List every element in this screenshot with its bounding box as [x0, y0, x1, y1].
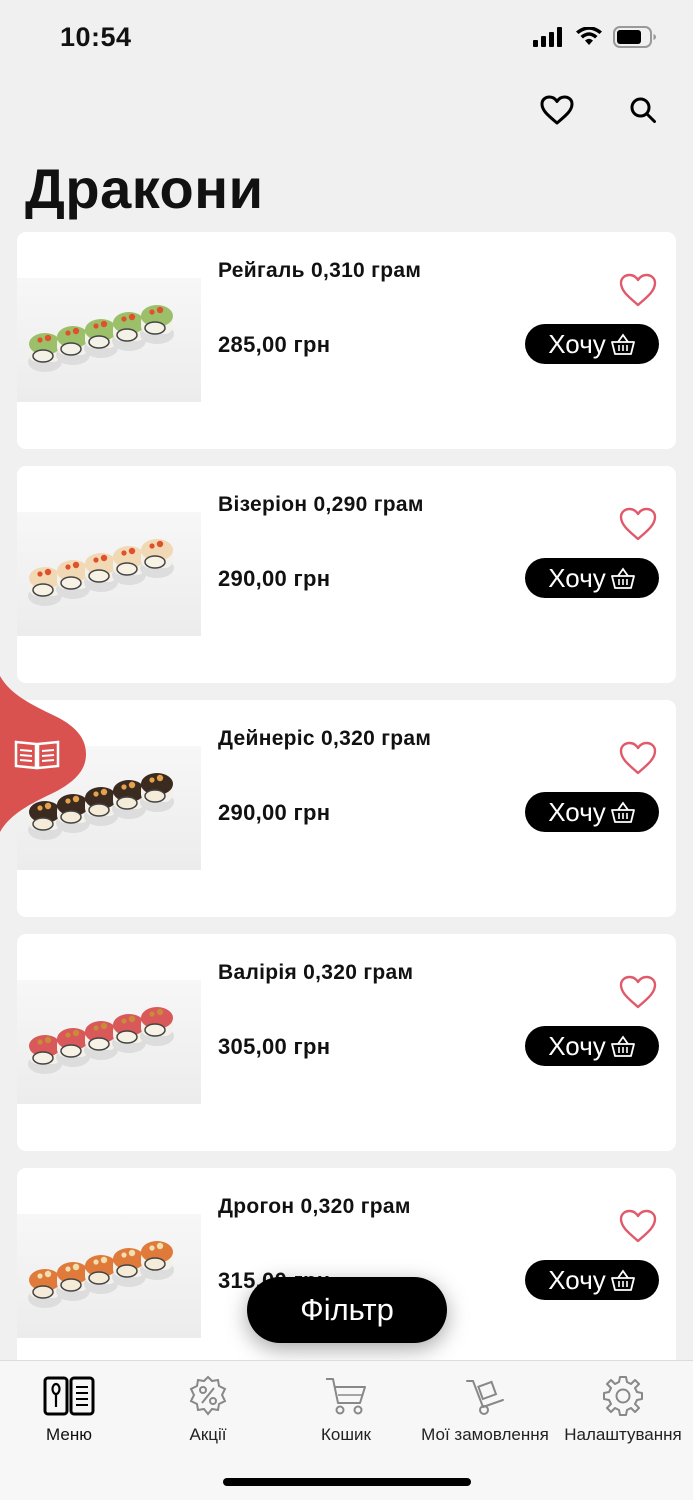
- status-icons: [533, 26, 657, 48]
- tab-menu[interactable]: Меню: [0, 1373, 138, 1445]
- product-name: Дейнеріс 0,320 грам: [218, 727, 432, 750]
- add-to-cart-label: Хочу: [548, 562, 606, 593]
- heart-outline-icon: [619, 1209, 657, 1243]
- tab-promotions[interactable]: Акції: [139, 1373, 277, 1445]
- signal-icon: [533, 27, 562, 47]
- search-button[interactable]: [623, 90, 663, 130]
- heart-outline-icon: [619, 975, 657, 1009]
- add-to-cart-button[interactable]: Хочу: [525, 792, 659, 832]
- status-time: 10:54: [60, 22, 132, 52]
- tab-my-orders[interactable]: Мої замовлення: [416, 1373, 554, 1445]
- cart-icon: [326, 1378, 366, 1415]
- basket-icon: [610, 801, 635, 823]
- product-image[interactable]: [17, 980, 201, 1104]
- product-image[interactable]: [17, 512, 201, 636]
- basket-icon: [610, 1269, 635, 1291]
- page-title: Дракони: [25, 157, 264, 220]
- menu-book-icon: [43, 1376, 95, 1416]
- add-to-cart-button[interactable]: Хочу: [525, 1026, 659, 1066]
- wifi-icon: [576, 27, 602, 45]
- add-to-cart-button[interactable]: Хочу: [525, 1260, 659, 1300]
- product-name: Візеріон 0,290 грам: [218, 493, 424, 516]
- basket-icon: [610, 1035, 635, 1057]
- tab-settings[interactable]: Налаштування: [554, 1373, 692, 1445]
- add-to-favorites-button[interactable]: [618, 506, 658, 542]
- home-indicator: [223, 1478, 471, 1486]
- product-name: Дрогон 0,320 грам: [218, 1195, 411, 1218]
- add-to-cart-button[interactable]: Хочу: [525, 558, 659, 598]
- product-price: 290,00 грн: [218, 800, 331, 825]
- product-card[interactable]: Рейгаль 0,310 грам 285,00 грн Хочу: [17, 232, 676, 449]
- heart-outline-icon: [540, 95, 574, 125]
- product-price: 305,00 грн: [218, 1034, 331, 1059]
- tab-cart-label: Кошик: [321, 1425, 371, 1444]
- tab-my-orders-label: Мої замовлення: [421, 1425, 549, 1444]
- hand-truck-icon: [466, 1380, 504, 1415]
- side-menu-tab[interactable]: [0, 676, 90, 832]
- gear-icon: [603, 1376, 643, 1416]
- status-bar: 10:54: [0, 0, 693, 76]
- product-name: Валірія 0,320 грам: [218, 961, 414, 984]
- basket-icon: [610, 333, 635, 355]
- percent-badge-icon: [189, 1375, 227, 1416]
- product-list: Рейгаль 0,310 грам 285,00 грн Хочу Візер…: [17, 232, 676, 1402]
- battery-icon: [613, 26, 656, 48]
- heart-outline-icon: [619, 507, 657, 541]
- basket-icon: [610, 567, 635, 589]
- product-card[interactable]: Дейнеріс 0,320 грам 290,00 грн Хочу: [17, 700, 676, 917]
- filter-button[interactable]: Фільтр: [247, 1277, 447, 1343]
- add-to-favorites-button[interactable]: [618, 740, 658, 776]
- tab-cart[interactable]: Кошик: [277, 1373, 415, 1445]
- tab-promotions-label: Акції: [189, 1425, 227, 1444]
- add-to-cart-label: Хочу: [548, 1264, 606, 1295]
- heart-outline-icon: [619, 273, 657, 307]
- tab-menu-label: Меню: [46, 1425, 92, 1444]
- add-to-cart-label: Хочу: [548, 796, 606, 827]
- product-name: Рейгаль 0,310 грам: [218, 259, 422, 282]
- tab-settings-label: Налаштування: [564, 1425, 682, 1444]
- add-to-cart-label: Хочу: [548, 328, 606, 359]
- search-icon: [630, 97, 656, 123]
- product-image[interactable]: [17, 278, 201, 402]
- add-to-favorites-button[interactable]: [618, 272, 658, 308]
- favorites-button[interactable]: [537, 90, 577, 130]
- product-price: 285,00 грн: [218, 332, 331, 357]
- product-card[interactable]: Валірія 0,320 грам 305,00 грн Хочу: [17, 934, 676, 1151]
- add-to-cart-label: Хочу: [548, 1030, 606, 1061]
- side-tab-shape: [0, 676, 86, 832]
- product-price: 290,00 грн: [218, 566, 331, 591]
- product-card[interactable]: Візеріон 0,290 грам 290,00 грн Хочу: [17, 466, 676, 683]
- add-to-favorites-button[interactable]: [618, 1208, 658, 1244]
- add-to-cart-button[interactable]: Хочу: [525, 324, 659, 364]
- header-actions: [537, 90, 663, 130]
- product-image[interactable]: [17, 1214, 201, 1338]
- heart-outline-icon: [619, 741, 657, 775]
- add-to-favorites-button[interactable]: [618, 974, 658, 1010]
